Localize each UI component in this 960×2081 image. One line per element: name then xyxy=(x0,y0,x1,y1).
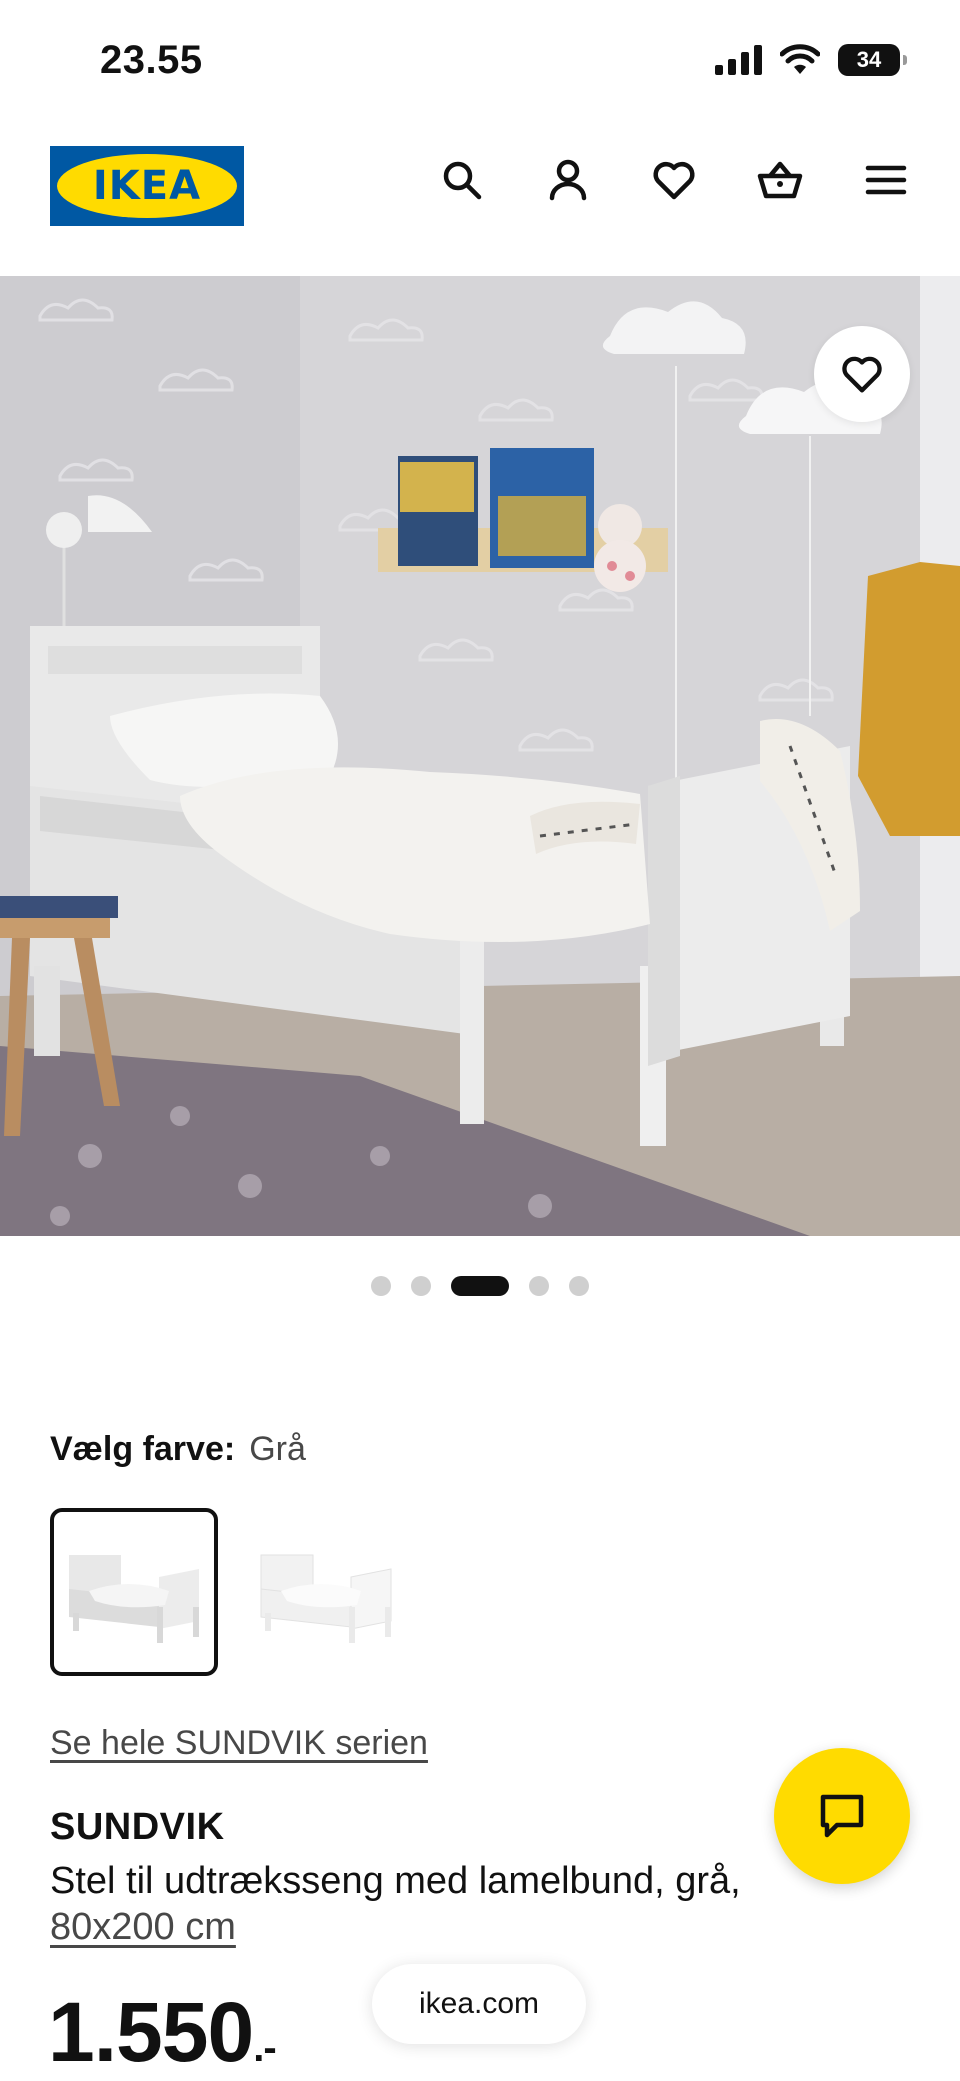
chat-icon xyxy=(820,1794,864,1838)
heart-icon[interactable] xyxy=(650,156,698,204)
basket-icon[interactable] xyxy=(756,156,804,204)
menu-icon[interactable] xyxy=(862,156,910,204)
carousel-dot[interactable] xyxy=(371,1276,391,1296)
carousel-indicator xyxy=(0,1276,960,1296)
bed-photo xyxy=(0,276,960,1236)
series-link[interactable]: Se hele SUNDVIK serien xyxy=(50,1724,428,1763)
product-size-link[interactable]: 80x200 cm xyxy=(50,1906,236,1949)
swatch-white[interactable] xyxy=(242,1508,410,1676)
browser-url: ikea.com xyxy=(418,1987,540,2020)
browser-url-pill[interactable]: ikea.com xyxy=(372,1964,586,2044)
chat-button[interactable] xyxy=(774,1748,910,1884)
battery-icon: 34 xyxy=(838,44,907,76)
bed-thumbnail-grey xyxy=(69,1555,199,1643)
search-icon[interactable] xyxy=(438,156,486,204)
site-header: IKEA xyxy=(0,130,960,260)
header-actions xyxy=(438,156,910,204)
logo-text: IKEA xyxy=(57,154,237,218)
ikea-logo[interactable]: IKEA xyxy=(50,146,244,226)
color-label: Vælg farve: xyxy=(50,1430,236,1468)
carousel-dot-active[interactable] xyxy=(451,1276,509,1296)
account-icon[interactable] xyxy=(544,156,592,204)
color-picker-heading: Vælg farve: Grå xyxy=(50,1430,306,1469)
product-image[interactable] xyxy=(0,276,960,1236)
favourite-button[interactable] xyxy=(814,326,910,422)
carousel-dot[interactable] xyxy=(569,1276,589,1296)
carousel-dot[interactable] xyxy=(529,1276,549,1296)
color-swatches xyxy=(50,1508,410,1676)
heart-icon xyxy=(842,356,882,393)
product-name: SUNDVIK xyxy=(50,1806,225,1848)
product-description: Stel til udtræksseng med lamelbund, grå, xyxy=(50,1860,741,1902)
status-icons: 34 xyxy=(715,44,907,76)
product-price: 1.550.- xyxy=(48,1984,277,2081)
swatch-grey[interactable] xyxy=(50,1508,218,1676)
wifi-icon xyxy=(780,44,820,74)
status-time: 23.55 xyxy=(100,38,203,82)
signal-icon xyxy=(715,45,762,75)
status-bar: 23.55 34 xyxy=(0,0,960,120)
color-value: Grå xyxy=(249,1430,306,1468)
bed-thumbnail-white xyxy=(260,1554,392,1643)
battery-level: 34 xyxy=(856,47,882,72)
price-suffix: .- xyxy=(253,2026,276,2070)
carousel-dot[interactable] xyxy=(411,1276,431,1296)
price-value: 1.550 xyxy=(48,1985,254,2079)
